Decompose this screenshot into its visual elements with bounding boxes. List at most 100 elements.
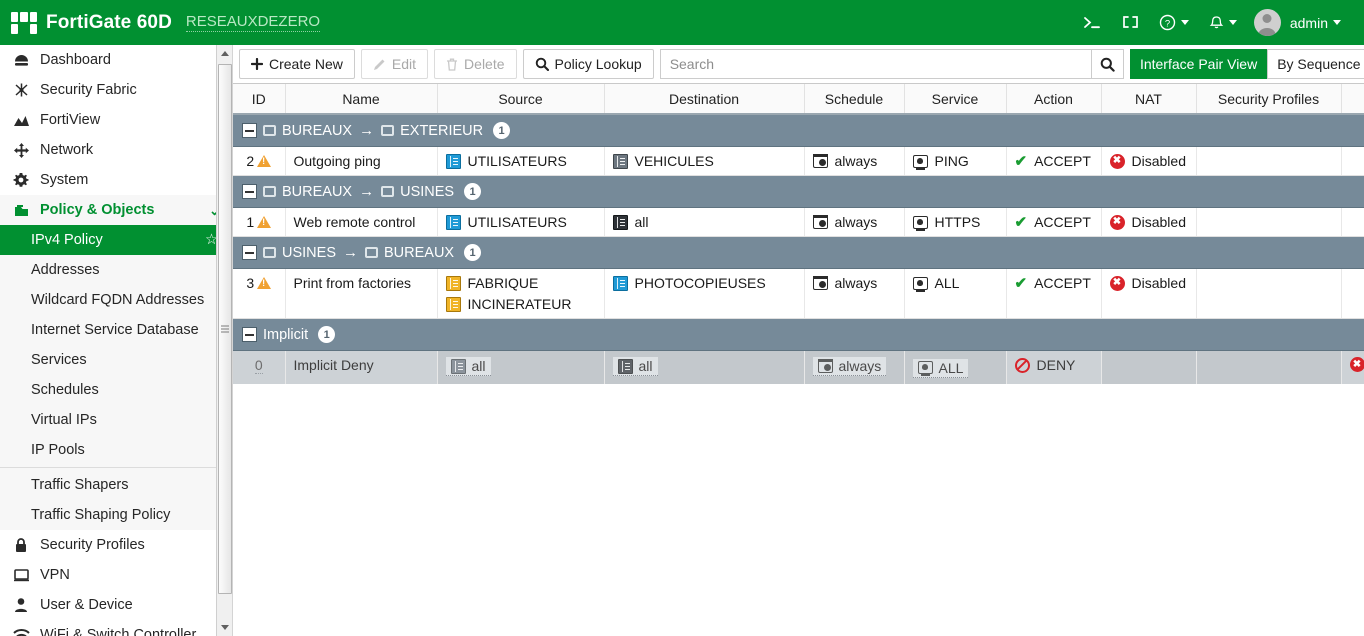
sidebar-item-user-device[interactable]: User & Device › [0, 590, 232, 620]
vpn-monitor-icon [10, 568, 32, 582]
sidebar-item-policy-objects[interactable]: Policy & Objects ⌄ [0, 195, 232, 225]
sidebar-item-virtual-ips[interactable]: Virtual IPs [0, 405, 232, 435]
create-new-button[interactable]: Create New [239, 49, 355, 79]
column-header-name[interactable]: Name [285, 84, 438, 115]
group-count-badge: 1 [464, 244, 482, 261]
sidebar-item-ipv4-policy[interactable]: IPv4 Policy ☆ [0, 225, 232, 255]
service-icon [912, 276, 928, 292]
sidebar-item-services[interactable]: Services [0, 345, 232, 375]
create-new-label: Create New [269, 56, 343, 72]
column-header-nat[interactable]: NAT [1101, 84, 1197, 115]
trash-icon [447, 58, 458, 71]
column-header-destination[interactable]: Destination [604, 84, 805, 115]
implicit-group-header[interactable]: Implicit 1 [233, 318, 1364, 351]
collapse-toggle-icon[interactable] [242, 123, 257, 138]
header-actions: ? admin [1074, 8, 1364, 37]
interface-pair-group-header[interactable]: USINES → BUREAUX 1 [233, 236, 1364, 269]
scrollbar-thumb[interactable] [218, 64, 232, 594]
sidebar-item-label: Security Fabric [40, 82, 137, 98]
sidebar-item-label: User & Device [40, 597, 133, 613]
collapse-toggle-icon[interactable] [242, 184, 257, 199]
interface-pair-group-header[interactable]: BUREAUX → EXTERIEUR 1 [233, 114, 1364, 147]
collapse-toggle-icon[interactable] [242, 245, 257, 260]
policy-destination-cell: all [604, 350, 805, 384]
destination-label: all [634, 214, 649, 230]
policy-name-cell: Outgoing ping [285, 146, 438, 176]
disabled-icon: ✖ [1109, 275, 1125, 291]
group-destination-interface: EXTERIEUR [400, 122, 484, 139]
column-header-security-profiles[interactable]: Security Profiles [1196, 84, 1342, 115]
scroll-down-arrow-icon[interactable] [217, 619, 232, 636]
policy-nat-cell: ✖ Disabled [1101, 268, 1197, 319]
column-header-source[interactable]: Source [437, 84, 605, 115]
search-icon [535, 57, 549, 71]
sidebar-item-network[interactable]: Network › [0, 135, 232, 165]
sidebar-item-internet-service-database[interactable]: Internet Service Database [0, 315, 232, 345]
column-header-action[interactable]: Action [1006, 84, 1102, 115]
collapse-toggle-icon[interactable] [242, 327, 257, 342]
sidebar-item-label: Network [40, 142, 94, 158]
group-source-interface: BUREAUX [282, 183, 353, 200]
sidebar-item-dashboard[interactable]: Dashboard › [0, 45, 232, 75]
scroll-up-arrow-icon[interactable] [217, 45, 232, 62]
cli-console-icon[interactable] [1074, 9, 1111, 36]
policy-toolbar: Create New Edit Delete Policy Lookup Sea… [233, 45, 1364, 84]
sidebar-item-system[interactable]: System › [0, 165, 232, 195]
search-submit-button[interactable] [1090, 50, 1123, 78]
address-object-icon [617, 358, 633, 374]
warning-icon [257, 277, 272, 289]
admin-menu[interactable]: admin [1290, 9, 1350, 37]
search-box[interactable] [659, 49, 1124, 79]
search-input[interactable] [660, 50, 1091, 78]
table-row[interactable]: 0 Implicit Deny all all always ALL DENY … [233, 350, 1364, 384]
table-row[interactable]: 3 Print from factories FABRIQUE [233, 268, 1364, 319]
sidebar-item-fortiview[interactable]: FortiView › [0, 105, 232, 135]
arrow-right-icon: → [343, 244, 358, 261]
sidebar-item-security-profiles[interactable]: Security Profiles › [0, 530, 232, 560]
group-count-badge: 1 [464, 183, 482, 200]
delete-button[interactable]: Delete [434, 49, 517, 79]
schedule-icon [812, 276, 828, 290]
fullscreen-icon[interactable] [1113, 9, 1148, 36]
sidebar-item-security-fabric[interactable]: Security Fabric › [0, 75, 232, 105]
sidebar-item-label: Traffic Shaping Policy [31, 507, 171, 523]
sidebar-item-label: Wildcard FQDN Addresses [31, 292, 205, 308]
svg-text:?: ? [1165, 18, 1170, 29]
policy-schedule-cell: always [804, 268, 905, 319]
policy-action-cell: DENY [1006, 350, 1102, 384]
table-row[interactable]: 2 Outgoing ping UTILISATEURS [233, 146, 1364, 176]
nat-label: Disabled [1131, 275, 1186, 291]
tab-by-sequence[interactable]: By Sequence [1267, 49, 1364, 79]
column-header-service[interactable]: Service [904, 84, 1007, 115]
sidebar-item-ip-pools[interactable]: IP Pools [0, 435, 232, 465]
edit-button[interactable]: Edit [360, 49, 429, 79]
sidebar-item-schedules[interactable]: Schedules [0, 375, 232, 405]
source-label: UTILISATEURS [467, 153, 567, 169]
tab-interface-pair-view[interactable]: Interface Pair View [1129, 49, 1268, 79]
policy-lookup-button[interactable]: Policy Lookup [522, 49, 654, 79]
column-header-id[interactable]: ID [233, 84, 286, 115]
group-destination-interface: BUREAUX [384, 244, 455, 261]
policy-action-cell: ✔ ACCEPT [1006, 146, 1102, 176]
interface-icon [381, 186, 395, 197]
policy-security-shield-cell [1341, 146, 1364, 176]
sidebar-item-traffic-shaping-policy[interactable]: Traffic Shaping Policy [0, 500, 232, 530]
chevron-down-icon [1333, 20, 1341, 25]
notification-bell-icon[interactable] [1200, 9, 1246, 37]
table-row[interactable]: 1 Web remote control UTILISATEURS [233, 207, 1364, 237]
policy-name-cell: Web remote control [285, 207, 438, 237]
policy-source-cell: FABRIQUE INCINERATEUR [437, 268, 605, 319]
sidebar-item-traffic-shapers[interactable]: Traffic Shapers [0, 470, 232, 500]
column-header-schedule[interactable]: Schedule [804, 84, 905, 115]
policy-id-cell: 0 [233, 350, 286, 384]
sidebar-item-label: IPv4 Policy [31, 232, 103, 248]
sidebar-scrollbar[interactable] [216, 45, 232, 636]
policy-id-cell: 2 [233, 146, 286, 176]
interface-pair-group-header[interactable]: BUREAUX → USINES 1 [233, 175, 1364, 208]
help-icon[interactable]: ? [1150, 8, 1198, 37]
policy-security-profiles-cell [1196, 207, 1342, 237]
sidebar-item-vpn[interactable]: VPN › [0, 560, 232, 590]
sidebar-item-wildcard-fqdn-addresses[interactable]: Wildcard FQDN Addresses [0, 285, 232, 315]
sidebar-item-wifi-switch-controller[interactable]: WiFi & Switch Controller › [0, 620, 232, 636]
sidebar-item-addresses[interactable]: Addresses [0, 255, 232, 285]
